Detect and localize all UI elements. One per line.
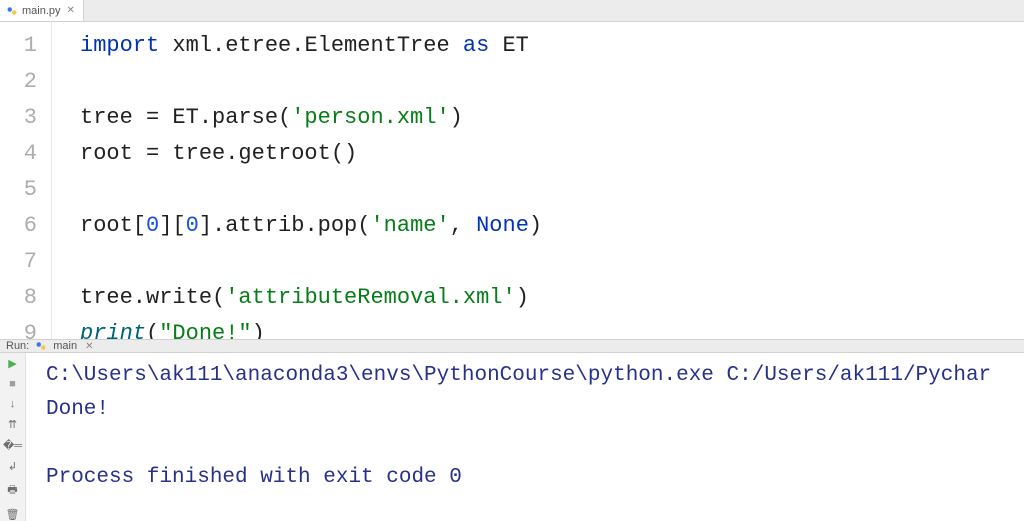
- clear-all-icon[interactable]: 🗑: [6, 508, 20, 521]
- code-line[interactable]: [80, 244, 1024, 280]
- line-number-gutter: 123456789: [0, 22, 52, 339]
- editor-tab-main[interactable]: main.py ✕: [0, 0, 84, 21]
- scroll-to-top-icon[interactable]: ⇈: [8, 418, 17, 431]
- console-line: Process finished with exit code 0: [46, 461, 1024, 495]
- line-number: 9: [0, 316, 37, 339]
- line-number: 6: [0, 208, 37, 244]
- close-icon[interactable]: ✕: [67, 5, 75, 16]
- line-number: 3: [0, 100, 37, 136]
- run-header-label: Run:: [6, 340, 29, 352]
- code-editor[interactable]: import xml.etree.ElementTree as ET tree …: [52, 22, 1024, 339]
- editor-tab-label: main.py: [22, 5, 61, 17]
- run-console-output[interactable]: C:\Users\ak111\anaconda3\envs\PythonCour…: [26, 353, 1024, 521]
- line-number: 5: [0, 172, 37, 208]
- code-line[interactable]: tree = ET.parse('person.xml'): [80, 100, 1024, 136]
- line-number: 1: [0, 28, 37, 64]
- line-number: 2: [0, 64, 37, 100]
- rerun-icon[interactable]: ▶: [8, 357, 16, 370]
- code-line[interactable]: root = tree.getroot(): [80, 136, 1024, 172]
- editor-tab-bar: main.py ✕: [0, 0, 1024, 22]
- run-config-name: main: [53, 340, 77, 352]
- console-line: C:\Users\ak111\anaconda3\envs\PythonCour…: [46, 359, 1024, 393]
- print-icon[interactable]: 🖶: [7, 481, 17, 500]
- code-line[interactable]: root[0][0].attrib.pop('name', None): [80, 208, 1024, 244]
- layout-icon[interactable]: �═: [3, 439, 22, 452]
- python-run-icon: [35, 340, 47, 352]
- code-line[interactable]: [80, 64, 1024, 100]
- console-line: Done!: [46, 393, 1024, 427]
- run-toolbar: ▶ ■ ↓ ⇈ �═ ↲ 🖶 🗑: [0, 353, 26, 521]
- console-line: [46, 427, 1024, 461]
- editor-pane: main.py ✕ 123456789 import xml.etree.Ele…: [0, 0, 1024, 340]
- python-file-icon: [6, 5, 18, 17]
- line-number: 4: [0, 136, 37, 172]
- code-line[interactable]: import xml.etree.ElementTree as ET: [80, 28, 1024, 64]
- code-area[interactable]: 123456789 import xml.etree.ElementTree a…: [0, 22, 1024, 339]
- close-icon[interactable]: ✕: [85, 341, 93, 352]
- soft-wrap-icon[interactable]: ↲: [8, 460, 17, 473]
- code-line[interactable]: [80, 172, 1024, 208]
- run-tool-window: Run: main ✕ ▶ ■ ↓ ⇈ �═ ↲ 🖶 🗑 C:\Users\ak…: [0, 340, 1024, 500]
- run-header: Run: main ✕: [0, 340, 1024, 353]
- stop-icon[interactable]: ■: [9, 378, 16, 390]
- code-line[interactable]: tree.write('attributeRemoval.xml'): [80, 280, 1024, 316]
- scroll-down-icon[interactable]: ↓: [10, 398, 16, 410]
- line-number: 7: [0, 244, 37, 280]
- code-line[interactable]: print("Done!"): [80, 316, 1024, 339]
- line-number: 8: [0, 280, 37, 316]
